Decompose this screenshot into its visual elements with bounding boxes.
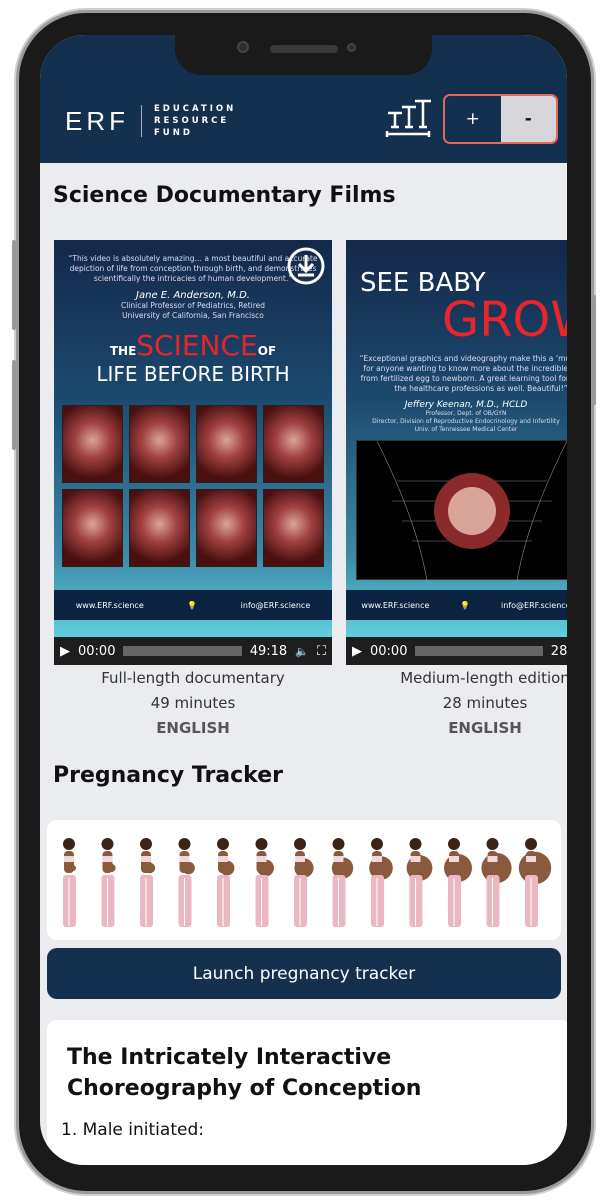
erf-logo[interactable]: ERF EDUCATION RESOURCE FUND bbox=[65, 103, 236, 139]
film-caption-1: Full-length documentary 49 minutes ENGLI… bbox=[101, 669, 285, 737]
power-button bbox=[592, 295, 596, 405]
pregnancy-figure bbox=[101, 838, 116, 927]
film-poster-1[interactable]: “This video is absolutely amazing… a mos… bbox=[54, 240, 332, 637]
pregnancy-figure bbox=[217, 838, 235, 927]
pregnancy-figure bbox=[518, 838, 552, 927]
phone-notch bbox=[175, 35, 432, 75]
seek-bar[interactable] bbox=[123, 646, 242, 656]
logo-text: ERF bbox=[65, 105, 129, 136]
screen: ERF EDUCATION RESOURCE FUND + - Science Do… bbox=[40, 35, 567, 1165]
film-caption-2: Medium-length edition 28 minutes ENGLISH bbox=[400, 669, 567, 737]
pregnancy-figure bbox=[406, 838, 433, 927]
pregnancy-figure bbox=[255, 838, 274, 927]
film-poster-2[interactable]: SEE BABY GROW “Exceptional graphics and … bbox=[346, 240, 567, 637]
launch-tracker-button[interactable]: Launch pregnancy tracker bbox=[47, 948, 561, 999]
article-title: The Intricately Interactive Choreography… bbox=[67, 1045, 422, 1101]
side-button bbox=[12, 240, 16, 330]
font-decrease-button[interactable]: - bbox=[500, 96, 556, 142]
total-time: 28:3 bbox=[550, 643, 567, 659]
fullscreen-icon[interactable]: ⛶ bbox=[317, 644, 326, 659]
pregnancy-figure bbox=[63, 838, 76, 927]
pregnancy-figure bbox=[331, 838, 354, 927]
pregnancy-figure bbox=[294, 838, 314, 927]
pregnancy-figure bbox=[481, 838, 512, 927]
article-card: The Intricately Interactive Choreography… bbox=[47, 1020, 567, 1165]
pregnancy-figure bbox=[140, 838, 156, 927]
text-size-icon bbox=[385, 99, 431, 137]
play-icon[interactable]: ▶ bbox=[60, 644, 70, 659]
current-time: 00:00 bbox=[370, 643, 408, 659]
pregnancy-figure bbox=[444, 838, 472, 927]
pregnancy-figure bbox=[178, 838, 195, 927]
volume-icon[interactable]: 🔈 bbox=[295, 645, 309, 658]
side-button bbox=[12, 360, 16, 450]
section-title-tracker: Pregnancy Tracker bbox=[53, 763, 283, 788]
total-time: 49:18 bbox=[249, 643, 288, 659]
pregnancy-figure bbox=[369, 838, 393, 927]
play-icon[interactable]: ▶ bbox=[352, 644, 362, 659]
section-title-films: Science Documentary Films bbox=[53, 183, 396, 208]
fetus-illustration bbox=[376, 440, 567, 582]
current-time: 00:00 bbox=[78, 643, 116, 659]
article-list-item: 1. Male initiated: bbox=[61, 1120, 204, 1140]
logo-subtitle: EDUCATION RESOURCE FUND bbox=[154, 104, 237, 138]
font-size-control: + - bbox=[443, 94, 558, 144]
download-icon[interactable] bbox=[286, 246, 326, 286]
video-player-controls-2: ▶ 00:00 28:3 bbox=[346, 637, 567, 665]
font-increase-button[interactable]: + bbox=[445, 96, 501, 142]
pregnancy-stages-image bbox=[47, 820, 561, 940]
video-player-controls-1: ▶ 00:00 49:18 🔈 ⛶ bbox=[54, 637, 332, 665]
seek-bar[interactable] bbox=[415, 646, 543, 656]
